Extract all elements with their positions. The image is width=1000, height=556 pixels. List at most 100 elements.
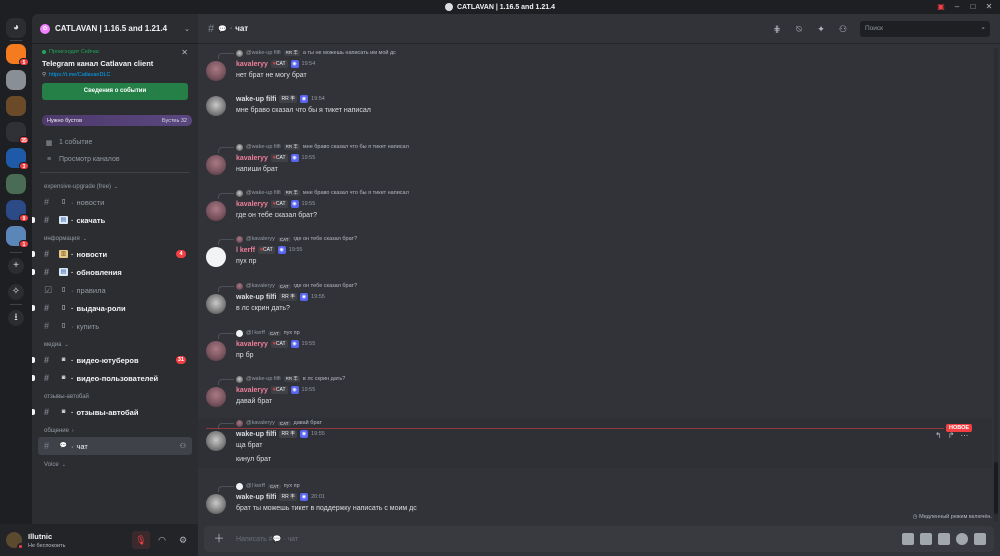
emoji-icon[interactable] [956, 533, 968, 545]
reply-reference[interactable]: @kavaleryy CAT где он тебе сказал брат? [218, 234, 357, 245]
search-input[interactable]: Поиск ⌕ [860, 20, 990, 37]
channel-updates[interactable]: # ▤ · обновления [32, 263, 192, 281]
message[interactable]: @wake-up filfi RR 丰а ты не можешь написат… [198, 48, 992, 84]
timestamp[interactable]: 19:55 [302, 341, 316, 347]
channel-reviews[interactable]: # ◙ · отзывы-автобай [32, 403, 192, 421]
maximize-button[interactable]: □ [968, 2, 978, 12]
pin-icon[interactable]: ✦ [814, 22, 828, 36]
message[interactable]: @kavaleryy CAT где он тебе сказал брат? wak… [198, 281, 992, 317]
channel-news-2[interactable]: # ▥ · новости 4 [32, 245, 192, 263]
event-link-text[interactable]: https://t.me/CatlavanDLC [49, 72, 110, 78]
composer-input[interactable]: Написать #💬 · чат [236, 535, 896, 543]
avatar[interactable] [206, 155, 226, 175]
channel-download[interactable]: # ▤ · скачать [32, 211, 192, 229]
scrollbar-thumb[interactable] [994, 462, 998, 514]
channel-youtubers[interactable]: # ◙ · видео-ютуберов 31 [32, 351, 192, 369]
apps-icon[interactable] [974, 533, 986, 545]
timestamp[interactable]: 19:55 [311, 294, 325, 300]
mute-microphone-icon[interactable]: 🎙 [132, 531, 150, 549]
timestamp[interactable]: 19:54 [302, 61, 316, 67]
chevron-down-icon[interactable]: ⌄ [184, 25, 190, 33]
message[interactable]: @wake-up filfi RR 丰 мне браво сказал что б… [198, 142, 992, 178]
message-username[interactable]: kavaleryy [236, 201, 268, 208]
discover-icon[interactable]: ✧ [8, 284, 24, 300]
reply-reference[interactable]: @wake-up filfi RR 丰 мне браво сказал что б… [218, 188, 409, 199]
message-username[interactable]: kavaleryy [236, 387, 268, 394]
message-username[interactable]: kavaleryy [236, 155, 268, 162]
category-reviews[interactable]: отзывы-автобай [32, 387, 198, 403]
avatar[interactable] [206, 61, 226, 81]
channel-buy[interactable]: # ▯ · купить [38, 317, 192, 335]
minimize-button[interactable]: – [952, 2, 962, 12]
download-apps-icon[interactable]: ⭳ [8, 310, 24, 326]
channel-user-videos[interactable]: # ◙ · видео-пользователей [32, 369, 192, 387]
user-info[interactable]: Illutnic Не беспокоить [28, 532, 129, 549]
message[interactable]: @wake-up filfi RR 丰 мне браво сказал что б… [198, 188, 992, 224]
message-username[interactable]: wake-up filfi [236, 96, 276, 103]
avatar[interactable] [206, 431, 226, 451]
add-server-icon[interactable]: + [8, 258, 24, 274]
event-details-button[interactable]: Сведения о событии [42, 83, 188, 100]
reply-icon[interactable]: ↰ [935, 431, 942, 440]
message-username[interactable]: l kerff [236, 247, 255, 254]
message-username[interactable]: wake-up filfi [236, 494, 276, 501]
channel-roles[interactable]: # ▯ · выдача-роли [32, 299, 192, 317]
sticker-icon[interactable] [938, 533, 950, 545]
reply-reference[interactable]: @kavaleryy CAT давай брат [218, 418, 322, 429]
attach-plus-icon[interactable]: ＋ [212, 532, 226, 546]
avatar[interactable] [206, 341, 226, 361]
event-location[interactable]: ⚲ https://t.me/CatlavanDLC [42, 72, 188, 78]
server-icon[interactable] [6, 174, 26, 194]
category-expensive-upgrade[interactable]: expensive-upgrade (free) ⌄ [32, 177, 198, 193]
server-icon[interactable]: 9 [6, 200, 29, 222]
avatar[interactable] [6, 532, 24, 550]
message-username[interactable]: kavaleryy [236, 61, 268, 68]
server-icon[interactable]: 35 [6, 122, 29, 144]
timestamp[interactable]: 19:55 [302, 155, 316, 161]
threads-icon[interactable]: ⋕ [770, 22, 784, 36]
gif-icon[interactable] [920, 533, 932, 545]
reply-reference[interactable]: @wake-up filfi RR 丰а ты не можешь написат… [218, 48, 396, 59]
reply-reference[interactable]: @l kerff CAT пух пр [218, 328, 300, 339]
message-composer[interactable]: ＋ Написать #💬 · чат [204, 526, 994, 552]
reply-reference[interactable]: @wake-up filfi RR 丰 мне браво сказал что б… [218, 142, 409, 153]
timestamp[interactable]: 19:55 [302, 201, 316, 207]
message[interactable]: @l kerff CAT пух пр kavaleryy ♥ CAT ◉ 19:55 пр … [198, 328, 992, 364]
server-icon[interactable] [6, 96, 26, 116]
message[interactable]: @l kerff CAT пух пр wake-up filfi RR 丰 ◉ 20:01… [198, 481, 992, 517]
gift-icon[interactable] [902, 533, 914, 545]
browse-channels-row[interactable]: ≡ Просмотр каналов [32, 151, 198, 168]
server-icon[interactable]: 1 [6, 226, 29, 248]
reply-reference[interactable]: @l kerff CAT пух пр [218, 481, 300, 492]
server-icon[interactable] [6, 70, 26, 90]
forward-icon[interactable]: ↱ [948, 431, 955, 440]
headphones-icon[interactable]: ◠ [153, 531, 171, 549]
timestamp[interactable]: 19:55 [289, 247, 303, 253]
channel-chat[interactable]: # 💬 · чат ⚇ [38, 437, 192, 455]
more-options-icon[interactable]: ⋯ [960, 431, 968, 440]
direct-messages-button[interactable]: ◕ [6, 18, 26, 38]
gear-icon[interactable]: ⚙ [174, 531, 192, 549]
message-username[interactable]: kavaleryy [236, 341, 268, 348]
close-button[interactable]: ✕ [984, 2, 994, 12]
server-icon[interactable]: 5 [6, 44, 29, 66]
avatar[interactable] [206, 201, 226, 221]
message[interactable]: @kavaleryy CAT где он тебе сказал брат? l k… [198, 234, 992, 270]
reply-reference[interactable]: @kavaleryy CAT где он тебе сказал брат? [218, 281, 357, 292]
avatar[interactable] [206, 247, 226, 267]
message-username[interactable]: wake-up filfi [236, 431, 276, 438]
timestamp[interactable]: 19:55 [302, 387, 316, 393]
scrollbar-track[interactable] [994, 48, 998, 522]
avatar[interactable] [206, 494, 226, 514]
category-voice[interactable]: Voice ⌄ [32, 455, 198, 471]
timestamp[interactable]: 19:54 [311, 96, 325, 102]
close-icon[interactable]: ✕ [181, 48, 188, 57]
server-icon[interactable]: 3 [6, 148, 29, 170]
avatar[interactable] [206, 96, 226, 116]
message-username[interactable]: wake-up filfi [236, 294, 276, 301]
timestamp[interactable]: 19:55 [311, 431, 325, 437]
avatar[interactable] [206, 294, 226, 314]
message[interactable]: wake-up filfi RR 丰 ◉ 19:54 мне браво сказал … [198, 95, 992, 121]
avatar[interactable] [206, 387, 226, 407]
invite-member-icon[interactable]: ⚇ [180, 442, 186, 450]
